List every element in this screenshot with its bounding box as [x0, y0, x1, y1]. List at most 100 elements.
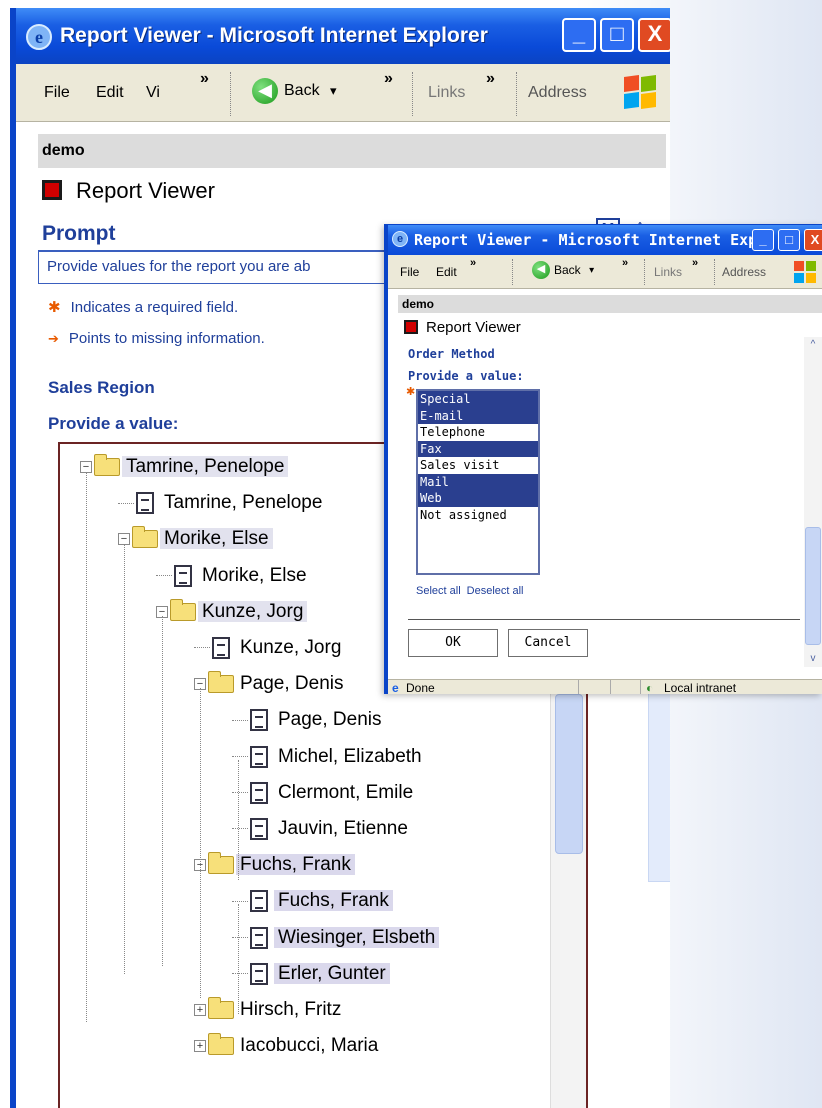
ie-icon: e [392, 231, 408, 247]
cancel-button[interactable]: Cancel [508, 629, 588, 657]
tree-leaf-node[interactable]: Jauvin, Etienne [232, 814, 412, 844]
address-label[interactable]: Address [528, 84, 587, 102]
tree-folder-node[interactable]: − Kunze, Jorg [156, 597, 308, 627]
tree-folder-node[interactable]: − Tamrine, Penelope [80, 452, 289, 482]
listbox-option[interactable]: Web [418, 490, 538, 507]
folder-icon [170, 598, 196, 621]
popup-window-title: Report Viewer - Microsoft Internet Expl.… [414, 231, 794, 249]
provide-value-label: Provide a value: [48, 414, 179, 433]
tree-leaf-node[interactable]: Fuchs, Frank [232, 886, 393, 916]
listbox-option[interactable]: Fax [418, 440, 538, 457]
tree-leaf-node[interactable]: Clermont, Emile [232, 778, 417, 808]
back-label: Back [284, 82, 320, 99]
popup-minimize-button[interactable]: _ [752, 229, 774, 251]
legend-missing: ➔ Points to missing information. [48, 330, 265, 347]
popup-scrollbar[interactable]: ^ v [804, 337, 822, 667]
tree-leaf-node[interactable]: Tamrine, Penelope [118, 488, 326, 518]
windows-logo-icon [624, 74, 658, 110]
scroll-up-icon[interactable]: ^ [804, 337, 822, 353]
tree-scroll-thumb[interactable] [555, 694, 583, 854]
tree-leaf-node[interactable]: Michel, Elizabeth [232, 742, 426, 772]
popup-page-content: demo Report Viewer Order Method Provide … [388, 289, 822, 679]
tree-node-label: Tamrine, Penelope [164, 492, 323, 514]
back-button[interactable]: ◀ Back ▾ [252, 78, 337, 104]
menu-chevron-icon[interactable]: » [200, 70, 209, 88]
menu-file[interactable]: File [44, 84, 70, 102]
tree-folder-node[interactable]: + Iacobucci, Maria [194, 1031, 382, 1061]
tree-folder-node[interactable]: − Page, Denis [194, 669, 348, 699]
main-title-bar[interactable]: e Report Viewer - Microsoft Internet Exp… [16, 8, 670, 64]
popup-back-label: Back [554, 263, 581, 277]
tree-leaf-node[interactable]: Kunze, Jorg [194, 633, 345, 663]
legend-required-text: Indicates a required field. [70, 299, 239, 316]
toolbar-separator [516, 72, 518, 116]
page-scrollbar[interactable] [648, 682, 670, 882]
back-dropdown-icon[interactable]: ▾ [330, 83, 337, 98]
tree-folder-node[interactable]: + Hirsch, Fritz [194, 995, 345, 1025]
menu-edit[interactable]: Edit [96, 84, 124, 102]
tree-connector [118, 502, 134, 504]
tree-leaf-node[interactable]: Page, Denis [232, 705, 386, 735]
document-icon [212, 636, 230, 659]
ok-button[interactable]: OK [408, 629, 498, 657]
menu-view[interactable]: Vi [146, 84, 160, 102]
links-bar[interactable]: Links [428, 84, 465, 102]
popup-menu-chevron-icon[interactable]: » [470, 257, 476, 269]
order-method-listbox[interactable]: Special E-mail Telephone Fax Sales visit Mail… [416, 389, 540, 575]
document-icon [250, 709, 268, 732]
listbox-option[interactable]: Not assigned [418, 507, 538, 524]
listbox-option[interactable]: E-mail [418, 407, 538, 424]
listbox-option[interactable]: Mail [418, 473, 538, 490]
expand-icon[interactable]: + [194, 1040, 206, 1053]
main-menu-bar: File Edit Vi » ◀ Back ▾ » Links » Address [16, 64, 670, 122]
minimize-button[interactable]: _ [562, 18, 596, 52]
tree-guide-line [162, 616, 163, 966]
popup-toolbar-chevron-icon[interactable]: » [622, 257, 628, 269]
deselect-all-link[interactable]: Deselect all [467, 585, 524, 597]
document-icon [250, 962, 268, 985]
popup-address-label[interactable]: Address [722, 265, 766, 279]
tree-node-label: Wiesinger, Elsbeth [274, 926, 440, 948]
scroll-down-icon[interactable]: v [804, 651, 822, 667]
tree-leaf-node[interactable]: Wiesinger, Elsbeth [232, 923, 440, 953]
tree-folder-node[interactable]: − Fuchs, Frank [194, 850, 355, 880]
listbox-option[interactable]: Special [418, 391, 538, 408]
report-icon [404, 320, 418, 334]
tree-node-label: Fuchs, Frank [274, 890, 393, 912]
prompt-title: Prompt [42, 222, 116, 245]
popup-links-chevron-icon[interactable]: » [692, 257, 698, 269]
main-window-title: Report Viewer - Microsoft Internet Explo… [60, 24, 488, 47]
toolbar-separator [412, 72, 414, 116]
tree-folder-node[interactable]: − Morike, Else [118, 524, 273, 554]
popup-close-button[interactable]: X [804, 229, 822, 251]
expand-icon[interactable]: + [194, 1003, 206, 1016]
popup-browser-window: e Report Viewer - Microsoft Internet Exp… [384, 224, 822, 694]
toolbar-chevron-icon[interactable]: » [384, 70, 393, 88]
popup-back-dropdown-icon[interactable]: ▾ [589, 265, 594, 276]
close-button[interactable]: X [638, 18, 670, 52]
popup-scroll-thumb[interactable] [805, 527, 821, 645]
links-chevron-icon[interactable]: » [486, 70, 495, 88]
popup-report-viewer-heading: Report Viewer [404, 319, 521, 336]
popup-back-button[interactable]: ◀ Back ▾ [532, 261, 594, 279]
report-viewer-heading: Report Viewer [42, 178, 215, 204]
tree-connector [232, 937, 248, 939]
document-icon [250, 781, 268, 804]
maximize-button[interactable]: □ [600, 18, 634, 52]
select-all-link[interactable]: Select all [416, 585, 461, 597]
report-icon [42, 180, 62, 200]
popup-links-bar[interactable]: Links [654, 265, 682, 279]
legend-missing-text: Points to missing information. [68, 330, 265, 347]
missing-arrow-icon: ➔ [48, 331, 59, 346]
popup-menu-edit[interactable]: Edit [436, 265, 457, 279]
popup-menu-file[interactable]: File [400, 265, 419, 279]
status-ie-icon: e [392, 681, 399, 694]
listbox-option[interactable]: Sales visit [418, 457, 538, 474]
tree-leaf-node[interactable]: Erler, Gunter [232, 959, 390, 989]
listbox-option[interactable]: Telephone [418, 424, 538, 441]
popup-maximize-button[interactable]: □ [778, 229, 800, 251]
tree-connector [194, 647, 210, 649]
popup-title-bar[interactable]: e Report Viewer - Microsoft Internet Exp… [388, 225, 822, 255]
tree-leaf-node[interactable]: Morike, Else [156, 561, 311, 591]
tree-connector [232, 973, 248, 975]
